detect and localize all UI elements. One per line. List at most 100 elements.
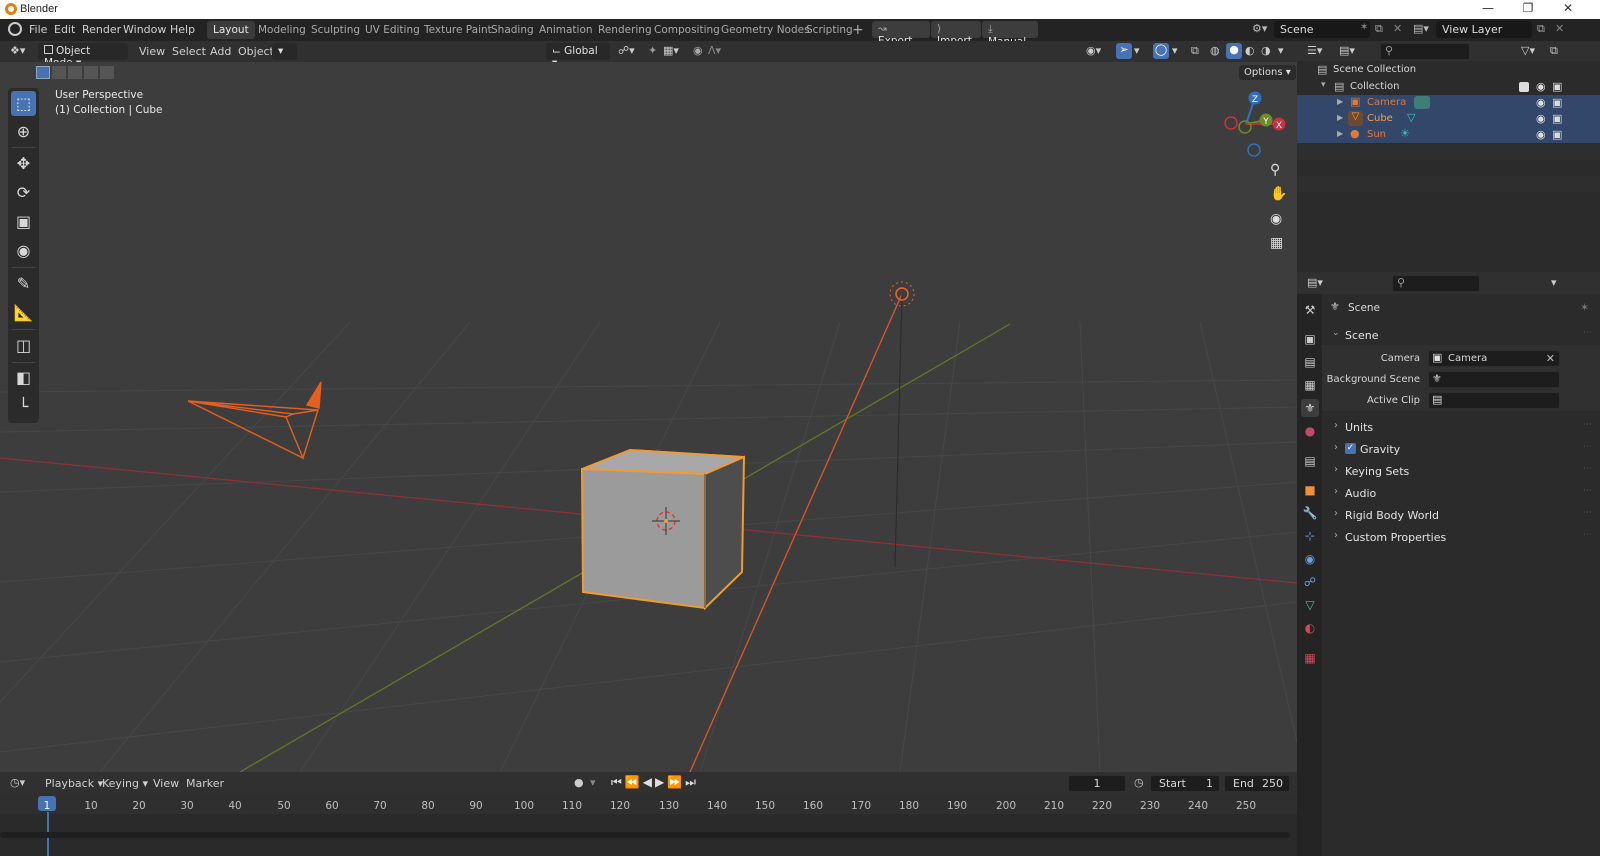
- scene-tab-icon[interactable]: ⚜: [1301, 399, 1319, 417]
- camera-object[interactable]: [187, 381, 322, 461]
- pin-icon[interactable]: ✶: [1580, 301, 1589, 314]
- tab-layout[interactable]: Layout: [207, 21, 255, 39]
- tab-animation[interactable]: Animation: [533, 21, 599, 39]
- select-invert-icon[interactable]: [84, 66, 98, 79]
- measure-tool-icon[interactable]: 📐: [11, 300, 36, 325]
- collection-dropdown[interactable]: ▾: [272, 43, 297, 60]
- rotate-tool-icon[interactable]: ⟳: [11, 180, 36, 205]
- minimize-icon[interactable]: —: [1468, 1, 1508, 18]
- restore-icon[interactable]: ❐: [1508, 1, 1548, 18]
- eye-icon[interactable]: ◉: [1536, 96, 1546, 109]
- modifier-tab-icon[interactable]: 🔧: [1301, 504, 1319, 522]
- expand-icon[interactable]: ▶: [1337, 129, 1343, 138]
- options-dropdown[interactable]: Options ▾: [1239, 65, 1296, 80]
- outliner[interactable]: ▤ Scene Collection ▾ ▤ Collection ◉ ▣ ▶ …: [1297, 61, 1600, 272]
- end-frame-field[interactable]: End 250: [1224, 775, 1290, 792]
- tab-shading[interactable]: Shading: [485, 21, 540, 39]
- collection-checkbox[interactable]: [1519, 82, 1529, 92]
- menu-timeline-view[interactable]: View: [151, 777, 181, 790]
- new-scene-icon[interactable]: ⧉: [1375, 22, 1383, 36]
- rendered-shading-icon[interactable]: ◑: [1261, 44, 1271, 57]
- clear-icon[interactable]: ✕: [1546, 352, 1555, 365]
- keying-dropdown-icon[interactable]: ▾: [590, 776, 596, 789]
- active-clip-field[interactable]: ▤: [1428, 392, 1560, 409]
- add-cube-tool-icon[interactable]: ◫: [11, 333, 36, 358]
- gravity-checkbox[interactable]: ✓: [1345, 443, 1356, 454]
- expand-icon[interactable]: ▶: [1337, 113, 1343, 122]
- delete-scene-icon[interactable]: ✕: [1393, 22, 1402, 35]
- gizmo-toggle-icon[interactable]: ➢: [1116, 43, 1132, 59]
- scene-selector-icon[interactable]: ⚙▾: [1252, 22, 1267, 35]
- move-tool-icon[interactable]: ✥: [11, 151, 36, 176]
- scale-tool-icon[interactable]: ▣: [11, 209, 36, 234]
- output-tab-icon[interactable]: ▤: [1301, 353, 1319, 371]
- cursor-tool-icon[interactable]: ⊕: [11, 119, 36, 144]
- preview-range-icon[interactable]: ◷: [1134, 776, 1144, 789]
- menu-marker[interactable]: Marker: [184, 777, 226, 790]
- constraints-tab-icon[interactable]: ☍: [1301, 573, 1319, 591]
- keying-sets-panel-header[interactable]: › Keying Sets ⋯: [1326, 462, 1598, 480]
- close-icon[interactable]: ✕: [1548, 1, 1588, 18]
- annotate-tool-icon[interactable]: ✎: [11, 271, 36, 296]
- view-layer-tab-icon[interactable]: ▦: [1301, 376, 1319, 394]
- render-tab-icon[interactable]: ▣: [1301, 330, 1319, 348]
- solid-shading-icon[interactable]: ●: [1226, 43, 1242, 59]
- camera-field[interactable]: ▣ Camera ✕: [1428, 350, 1560, 367]
- custom-properties-panel-header[interactable]: › Custom Properties ⋯: [1326, 528, 1598, 546]
- current-frame-field[interactable]: 1: [1068, 775, 1126, 792]
- render-camera-icon[interactable]: ▣: [1552, 80, 1562, 93]
- menu-file[interactable]: File: [27, 23, 49, 36]
- select-intersect-icon[interactable]: [100, 66, 114, 79]
- rigid-body-world-panel-header[interactable]: › Rigid Body World ⋯: [1326, 506, 1598, 524]
- menu-keying[interactable]: Keying ▾: [100, 777, 150, 790]
- menu-add[interactable]: Add: [208, 45, 233, 58]
- export-button[interactable]: ↝ Export: [872, 21, 930, 47]
- material-tab-icon[interactable]: ◐: [1301, 619, 1319, 637]
- drag-handle-icon[interactable]: ⋯: [1583, 486, 1592, 496]
- outliner-row-sun[interactable]: ▶ ● Sun ☀ ◉ ▣: [1297, 127, 1600, 143]
- start-frame-field[interactable]: Start 1: [1150, 775, 1220, 792]
- tool-tab-icon[interactable]: ⚒: [1301, 301, 1319, 319]
- playback-controls[interactable]: ⏮⏪◀▶⏩⏭: [611, 775, 699, 790]
- pin-icon[interactable]: ✶: [1360, 22, 1368, 33]
- view-layer-field[interactable]: View Layer: [1436, 21, 1532, 38]
- tab-modeling[interactable]: Modeling: [252, 21, 312, 39]
- shading-dropdown-icon[interactable]: ▾: [1278, 44, 1284, 57]
- proportional-edit-icon[interactable]: ◉: [693, 44, 703, 57]
- auto-keying-icon[interactable]: ●: [574, 776, 584, 789]
- zoom-icon[interactable]: ⚲: [1270, 162, 1280, 178]
- drag-handle-icon[interactable]: ⋯: [1583, 420, 1592, 430]
- manual-button[interactable]: ⤓ Manual: [982, 21, 1038, 48]
- perspective-toggle-icon[interactable]: ▦: [1270, 235, 1283, 251]
- eye-icon[interactable]: ◉: [1536, 80, 1546, 93]
- gizmo-dropdown-icon[interactable]: ▾: [1134, 44, 1140, 57]
- timeline[interactable]: 1 10 20 30 40 50 60 70 80 90 100 110 120…: [0, 794, 1297, 856]
- mode-dropdown[interactable]: Object Mode ▾: [38, 43, 128, 69]
- wireframe-shading-icon[interactable]: ◍: [1210, 44, 1220, 57]
- data-tab-icon[interactable]: ▽: [1301, 596, 1319, 614]
- drag-handle-icon[interactable]: ⋯: [1583, 442, 1592, 452]
- falloff-icon[interactable]: Λ▾: [708, 44, 721, 57]
- new-collection-icon[interactable]: ⧉: [1550, 44, 1558, 58]
- drag-handle-icon[interactable]: ⋯: [1583, 464, 1592, 474]
- extra-tool-icon[interactable]: ◧: [11, 365, 36, 390]
- expand-icon[interactable]: ▾: [1321, 80, 1326, 90]
- timeline-editor-icon[interactable]: ◷▾: [10, 776, 25, 789]
- frame-ruler[interactable]: 1 10 20 30 40 50 60 70 80 90 100 110 120…: [0, 794, 1297, 814]
- curve-tool-icon[interactable]: └: [11, 394, 36, 419]
- render-camera-icon[interactable]: ▣: [1552, 112, 1562, 125]
- particles-tab-icon[interactable]: ⊹: [1301, 527, 1319, 545]
- render-camera-icon[interactable]: ▣: [1552, 96, 1562, 109]
- drag-handle-icon[interactable]: ⋯: [1583, 508, 1592, 518]
- units-panel-header[interactable]: › Units ⋯: [1326, 418, 1598, 436]
- tab-uv-editing[interactable]: UV Editing: [359, 21, 426, 39]
- object-tab-icon[interactable]: ■: [1301, 481, 1319, 499]
- gravity-panel-header[interactable]: › ✓ Gravity ⋯: [1326, 440, 1598, 458]
- navigation-gizmo[interactable]: Z Y X: [1224, 91, 1286, 157]
- drag-handle-icon[interactable]: ⋯: [1583, 530, 1592, 540]
- camera-view-icon[interactable]: ◉: [1270, 211, 1282, 227]
- eye-icon[interactable]: ◉: [1536, 128, 1546, 141]
- blender-menu-icon[interactable]: [8, 22, 22, 36]
- physics-tab-icon[interactable]: ◉: [1301, 550, 1319, 568]
- outliner-editor-icon[interactable]: ☰▾: [1307, 44, 1322, 57]
